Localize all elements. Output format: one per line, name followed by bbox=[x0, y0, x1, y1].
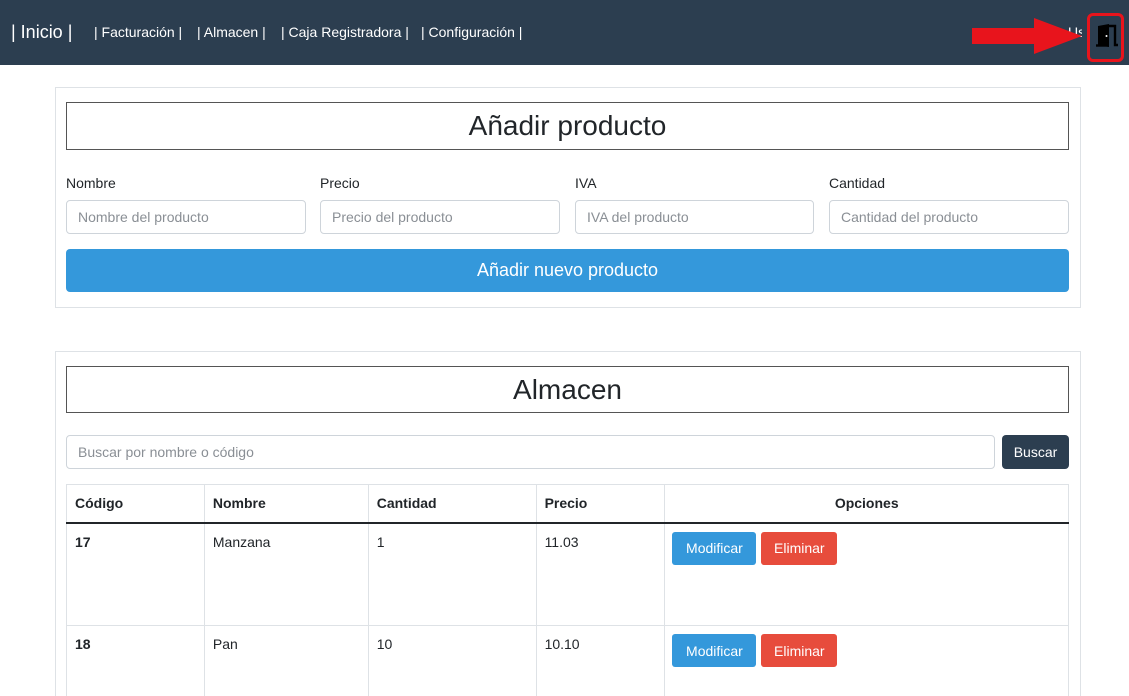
cell-price: 11.03 bbox=[535, 522, 666, 626]
vat-label: IVA bbox=[575, 175, 597, 191]
cell-options: Modificar Eliminar bbox=[664, 625, 1069, 696]
product-vat-input[interactable] bbox=[575, 200, 814, 234]
delete-button[interactable]: Eliminar bbox=[761, 531, 838, 565]
column-header-quantity: Cantidad bbox=[367, 484, 537, 524]
search-button[interactable]: Buscar bbox=[1002, 435, 1069, 469]
nav-warehouse-link[interactable]: | Almacen | bbox=[197, 23, 266, 41]
nav-settings-link[interactable]: | Configuración | bbox=[421, 23, 522, 41]
nav-billing-link[interactable]: | Facturación | bbox=[94, 23, 182, 41]
search-input[interactable] bbox=[66, 435, 995, 469]
nav-home-link[interactable]: | Inicio | bbox=[11, 20, 72, 44]
price-label: Precio bbox=[320, 175, 360, 191]
products-table: Código Nombre Cantidad Precio Opciones 1… bbox=[66, 484, 1069, 696]
cell-name: Pan bbox=[203, 625, 369, 696]
top-navbar: | Inicio | | Facturación | | Almacen | |… bbox=[0, 0, 1129, 65]
product-name-input[interactable] bbox=[66, 200, 306, 234]
cell-options: Modificar Eliminar bbox=[664, 522, 1069, 626]
column-header-options: Opciones bbox=[664, 484, 1069, 524]
annotation-arrow-icon bbox=[972, 18, 1082, 54]
table-header-row: Código Nombre Cantidad Precio Opciones bbox=[66, 484, 1069, 524]
add-product-button[interactable]: Añadir nuevo producto bbox=[66, 249, 1069, 292]
nav-cash-register-link[interactable]: | Caja Registradora | bbox=[281, 23, 409, 41]
column-header-code: Código bbox=[66, 484, 205, 524]
cell-code: 18 bbox=[66, 625, 205, 696]
cell-code: 17 bbox=[66, 522, 205, 626]
product-quantity-input[interactable] bbox=[829, 200, 1069, 234]
modify-button[interactable]: Modificar bbox=[672, 531, 757, 565]
cell-price: 10.10 bbox=[535, 625, 666, 696]
table-row: 18 Pan 10 10.10 Modificar Eliminar bbox=[66, 625, 1069, 696]
cell-quantity: 1 bbox=[367, 522, 537, 626]
cell-name: Manzana bbox=[203, 522, 369, 626]
column-header-name: Nombre bbox=[203, 484, 369, 524]
column-header-price: Precio bbox=[535, 484, 666, 524]
product-price-input[interactable] bbox=[320, 200, 560, 234]
logout-button[interactable] bbox=[1087, 13, 1124, 62]
table-row: 17 Manzana 1 11.03 Modificar Eliminar bbox=[66, 522, 1069, 626]
door-icon bbox=[1096, 24, 1118, 47]
name-label: Nombre bbox=[66, 175, 116, 191]
quantity-label: Cantidad bbox=[829, 175, 886, 191]
add-product-title: Añadir producto bbox=[66, 102, 1069, 150]
warehouse-title: Almacen bbox=[66, 366, 1069, 413]
modify-button[interactable]: Modificar bbox=[672, 634, 757, 667]
cell-quantity: 10 bbox=[367, 625, 537, 696]
delete-button[interactable]: Eliminar bbox=[761, 634, 838, 667]
